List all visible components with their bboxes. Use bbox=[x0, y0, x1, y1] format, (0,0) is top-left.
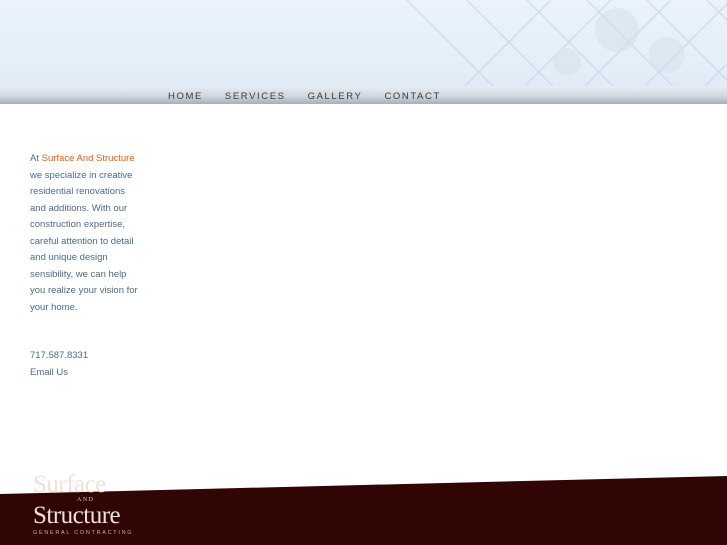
logo-word-surface: Surface bbox=[33, 471, 106, 498]
phone-number: 717.587.8331 bbox=[30, 350, 89, 361]
intro-paragraph: At Surface And Structure we specialize i… bbox=[30, 151, 138, 316]
nav-services[interactable]: SERVICES bbox=[225, 91, 286, 102]
email-link[interactable]: Email Us bbox=[30, 365, 88, 382]
nav-home[interactable]: HOME bbox=[168, 91, 203, 102]
nav-gallery[interactable]: GALLERY bbox=[308, 91, 363, 102]
intro-brand-name: Surface And Structure bbox=[41, 153, 135, 164]
main-nav: HOME SERVICES GALLERY CONTACT bbox=[168, 91, 463, 102]
intro-prefix: At bbox=[30, 153, 42, 164]
logo-subtitle: GENERAL CONTRACTING bbox=[33, 530, 134, 536]
nav-contact[interactable]: CONTACT bbox=[384, 91, 440, 102]
contact-block: 717.587.8331 Email Us bbox=[30, 348, 88, 381]
logo-word-structure: Structure bbox=[33, 502, 121, 529]
company-logo[interactable]: Surface AND Structure GENERAL CONTRACTIN… bbox=[33, 472, 133, 536]
intro-body: we specialize in creative residential re… bbox=[30, 169, 138, 313]
